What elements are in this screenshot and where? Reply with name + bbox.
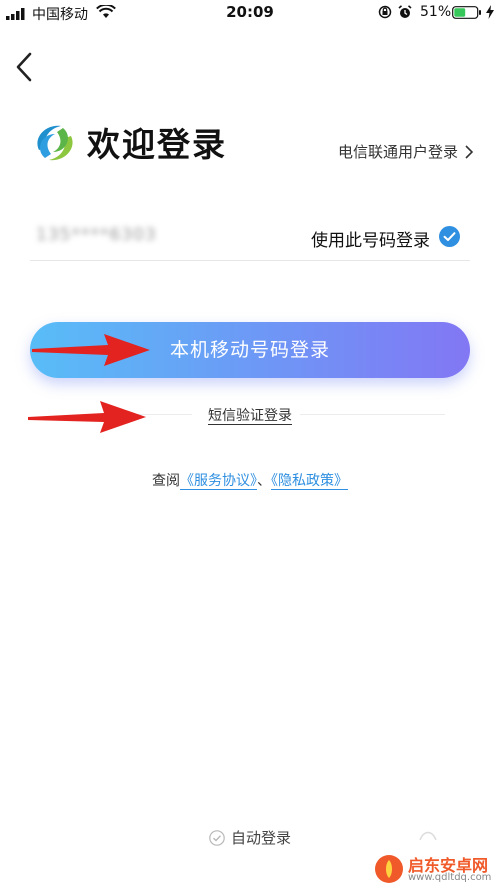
watermark: 启东安卓网 www.qdltdq.com [374, 852, 500, 889]
agreement-separator: 、 [257, 473, 271, 489]
local-mobile-login-button[interactable]: 本机移动号码登录 [30, 322, 470, 378]
auto-login-label: 自动登录 [230, 829, 291, 847]
use-this-number-label[interactable]: 使用此号码登录 [311, 226, 430, 251]
page-title: 欢迎登录 [87, 125, 227, 164]
rotation-lock-icon [378, 5, 392, 19]
china-mobile-logo [37, 125, 73, 161]
agreement-line: 查阅《服务协议》、《隐私政策》 [0, 470, 500, 490]
alarm-icon [398, 5, 412, 18]
battery-icon [452, 6, 481, 19]
telecom-link-label: 电信联通用户登录 [337, 143, 458, 161]
watermark-logo [375, 855, 403, 883]
phone-number: 135****6303 [36, 225, 157, 245]
back-button[interactable] [10, 50, 40, 84]
sms-login-container: 短信验证登录 [0, 405, 500, 425]
chevron-right-icon [465, 144, 474, 159]
battery-percent: 51% [420, 4, 452, 20]
faint-mark-icon [419, 831, 437, 841]
checkbox-icon[interactable] [209, 830, 225, 846]
watermark-url: www.qdltdq.com [408, 872, 492, 883]
privacy-policy-link[interactable]: 《隐私政策》 [271, 473, 348, 490]
charging-icon [486, 5, 494, 19]
service-agreement-link[interactable]: 《服务协议》 [180, 473, 257, 490]
telecom-unicom-login-link[interactable]: 电信联通用户登录 [338, 141, 474, 162]
sms-verification-login-link[interactable]: 短信验证登录 [208, 408, 292, 425]
phone-number-row: 135****6303 使用此号码登录 [30, 215, 470, 261]
status-bar: 中国移动 20:09 51% [0, 0, 500, 26]
checked-circle-icon[interactable] [439, 226, 460, 247]
agreement-prefix: 查阅 [152, 473, 180, 489]
